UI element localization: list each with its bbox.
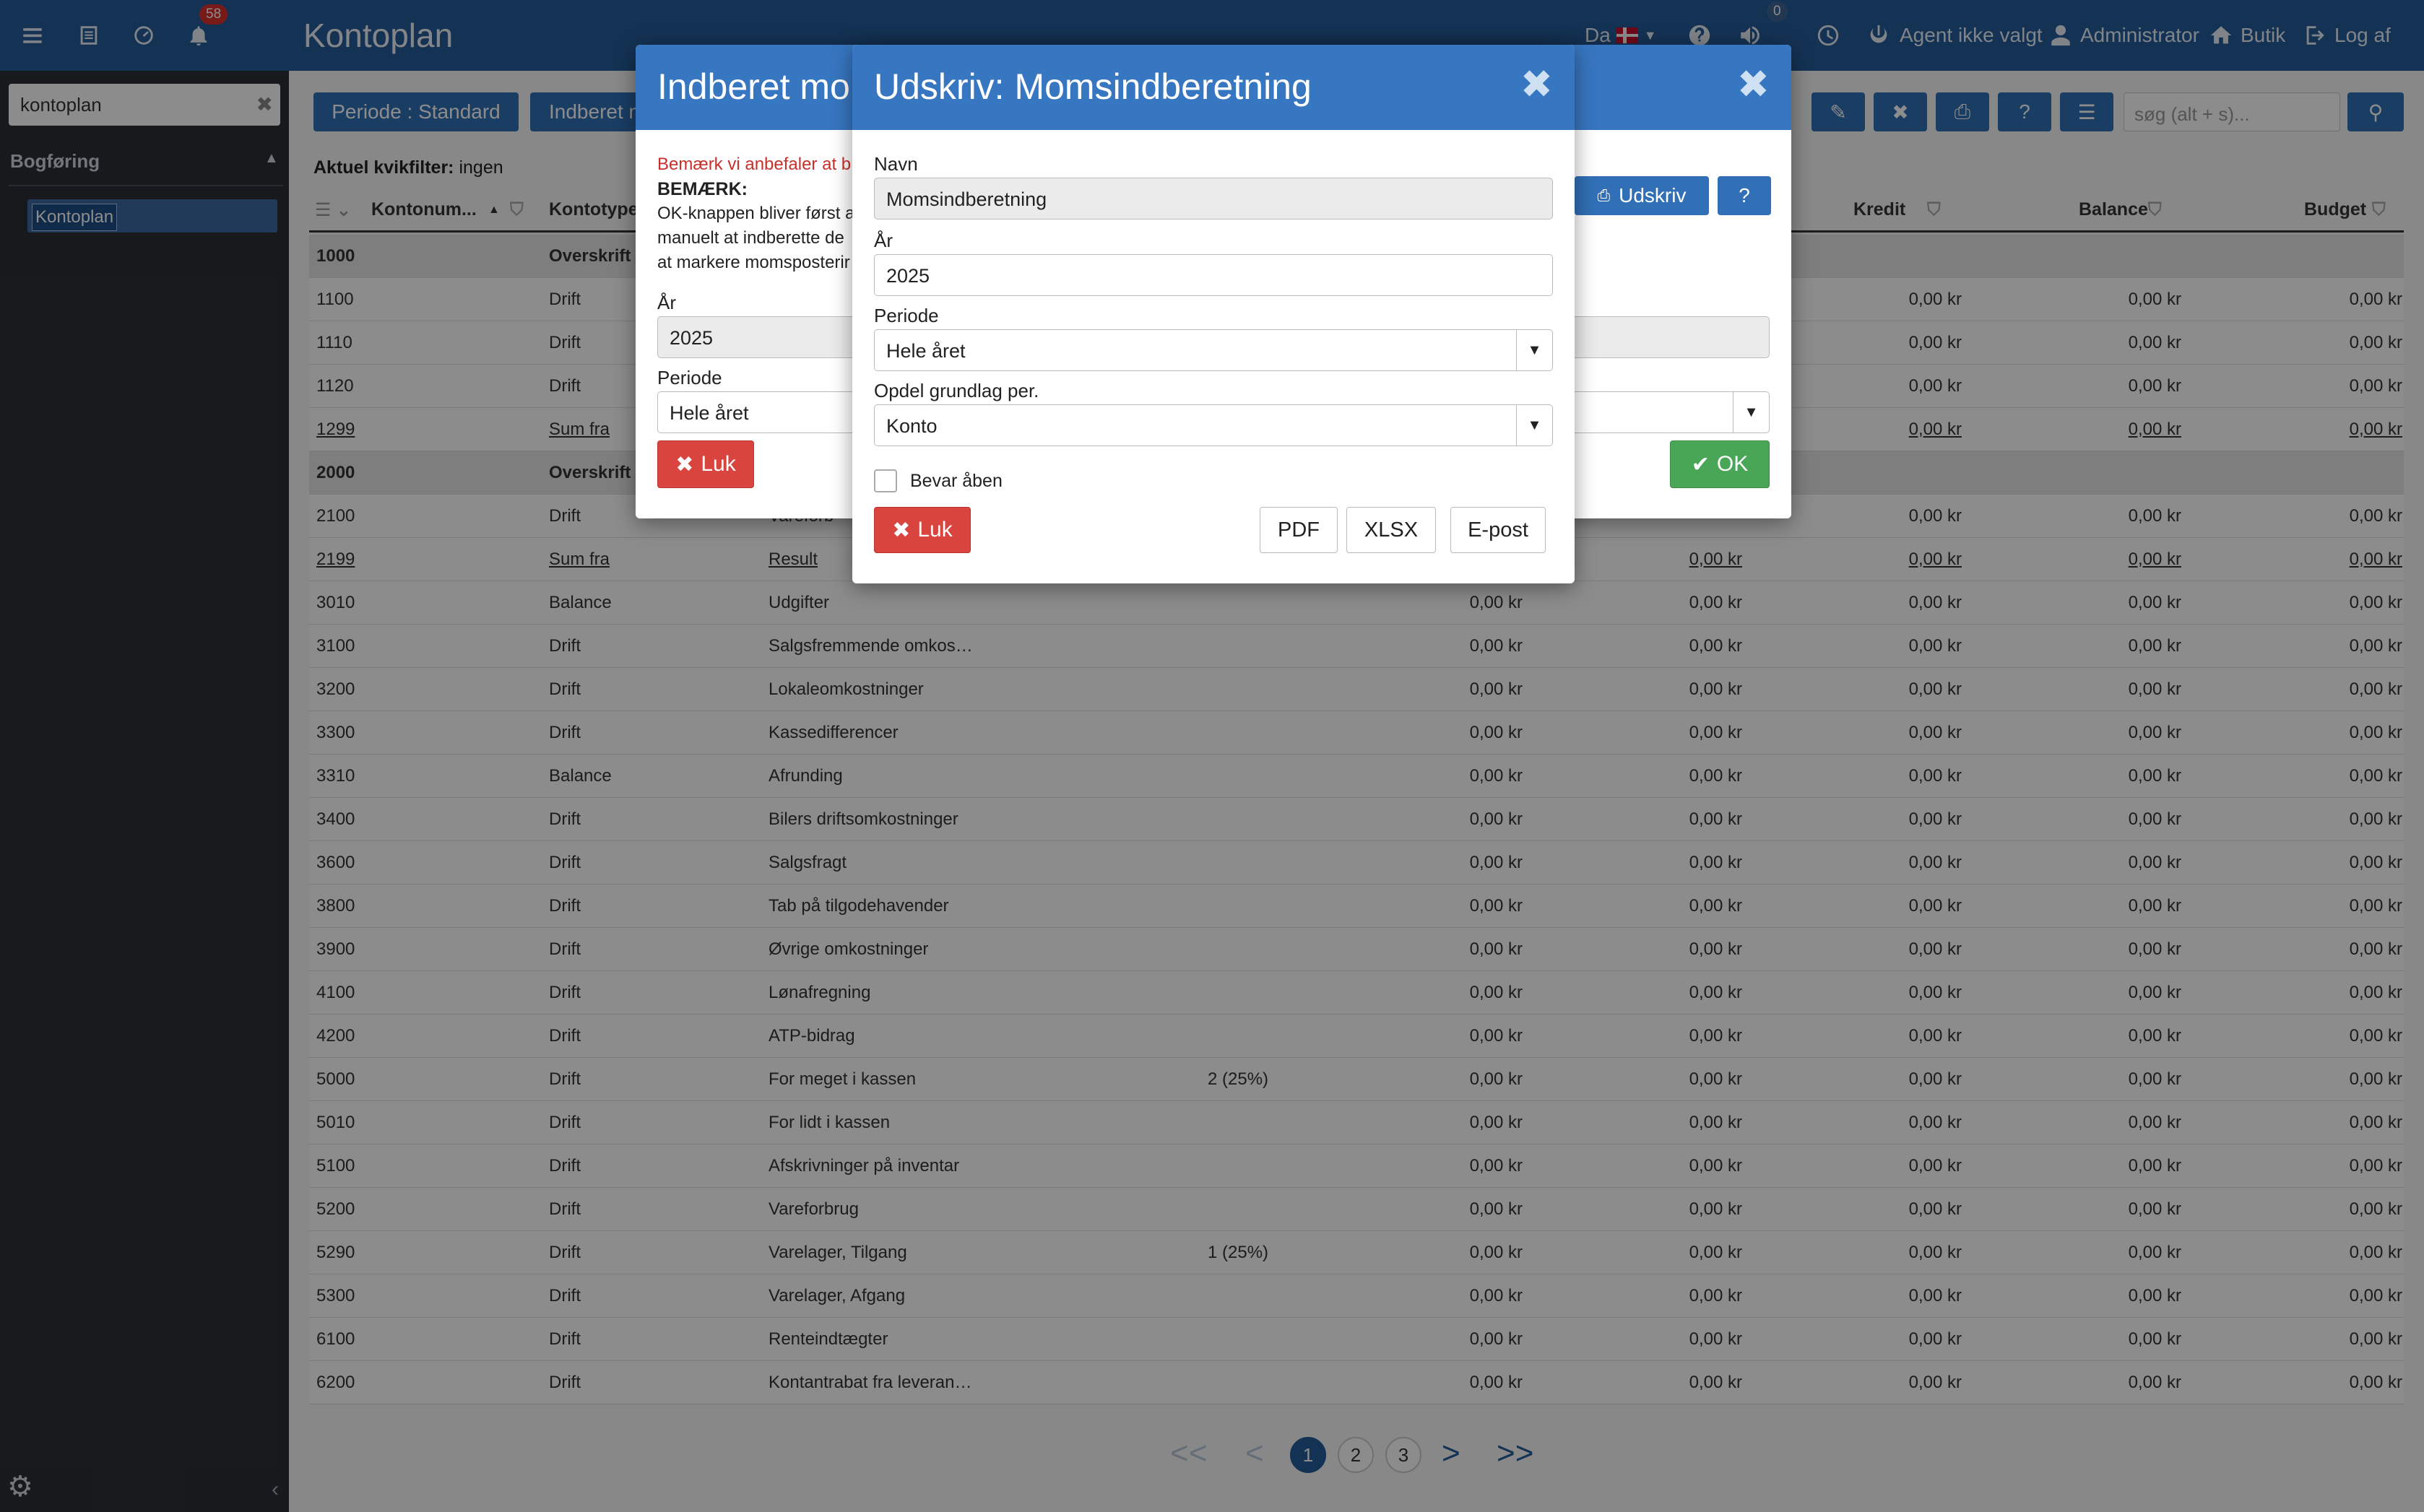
- print-vat-modal: Udskriv: Momsindberetning ✖ Navn Momsind…: [852, 45, 1575, 583]
- close-icon[interactable]: ✖: [1737, 65, 1770, 104]
- email-button[interactable]: E-post: [1450, 507, 1546, 553]
- name-label: Navn: [874, 153, 918, 175]
- modal-header: Udskriv: Momsindberetning ✖: [852, 45, 1575, 130]
- close-icon: ✖: [892, 518, 911, 542]
- note-heading: BEMÆRK:: [657, 179, 748, 199]
- split-select[interactable]: Konto ▼: [874, 404, 1553, 446]
- year-input[interactable]: 2025: [874, 254, 1553, 296]
- keep-open-label: Bevar åben: [910, 471, 1003, 491]
- print-icon: ⎙: [1597, 186, 1611, 204]
- period-label: Periode: [657, 367, 722, 388]
- note-text: OK-knappen bliver først a: [657, 204, 855, 223]
- keep-open-checkbox[interactable]: [874, 469, 897, 492]
- year-label: År: [657, 292, 676, 313]
- close-icon[interactable]: ✖: [1520, 65, 1553, 104]
- chevron-down-icon: ▼: [1516, 330, 1552, 370]
- period-label: Periode: [874, 305, 939, 326]
- help-button[interactable]: ?: [1718, 176, 1771, 215]
- print-button[interactable]: ⎙ Udskriv: [1575, 176, 1709, 215]
- check-icon: ✔: [1691, 452, 1710, 477]
- chevron-down-icon: ▼: [1516, 405, 1552, 446]
- modal-title: Udskriv: Momsindberetning: [874, 66, 1312, 107]
- split-label: Opdel grundlag per.: [874, 380, 1039, 401]
- close-button[interactable]: ✖ Luk: [657, 440, 754, 488]
- note-text: manuelt at indberette de: [657, 228, 844, 248]
- xlsx-button[interactable]: XLSX: [1346, 507, 1436, 553]
- year-label: År: [874, 230, 893, 251]
- close-icon: ✖: [675, 452, 694, 477]
- note-text: at markere momsposterir: [657, 253, 850, 272]
- ok-button[interactable]: ✔ OK: [1670, 440, 1770, 488]
- period-select[interactable]: Hele året ▼: [874, 329, 1553, 371]
- warning-text: Bemærk vi anbefaler at b: [657, 155, 852, 174]
- name-field[interactable]: Momsindberetning: [874, 178, 1553, 220]
- modal-title: Indberet mor: [657, 66, 862, 107]
- close-button[interactable]: ✖ Luk: [874, 507, 971, 553]
- pdf-button[interactable]: PDF: [1260, 507, 1338, 553]
- chevron-down-icon: ▼: [1733, 392, 1769, 433]
